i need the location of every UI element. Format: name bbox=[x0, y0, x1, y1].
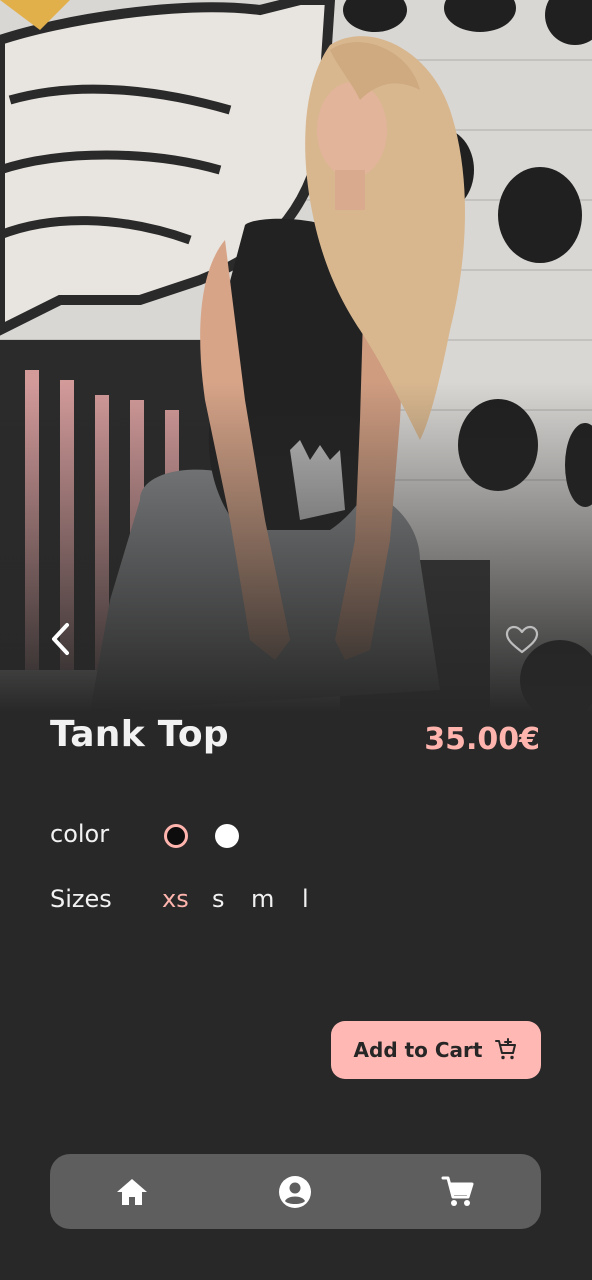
color-swatch-white[interactable] bbox=[215, 824, 239, 848]
product-detail-screen: Tank Top 35.00€ color Sizes xs s m l Add… bbox=[0, 0, 592, 1280]
back-button[interactable] bbox=[38, 617, 82, 661]
product-hero-image bbox=[0, 0, 592, 712]
hero-gradient-overlay bbox=[0, 382, 592, 712]
product-price: 35.00€ bbox=[424, 722, 540, 757]
home-icon bbox=[117, 1179, 147, 1205]
bottom-navigation-bar bbox=[50, 1154, 541, 1229]
size-option-s[interactable]: s bbox=[212, 885, 225, 913]
add-shopping-cart-icon bbox=[495, 1038, 517, 1060]
color-swatch-black[interactable] bbox=[164, 824, 188, 848]
size-option-l[interactable]: l bbox=[302, 885, 309, 913]
color-label: color bbox=[50, 820, 110, 848]
nav-home-button[interactable] bbox=[114, 1174, 150, 1210]
add-to-cart-button[interactable]: Add to Cart bbox=[331, 1021, 541, 1079]
chevron-left-icon bbox=[52, 623, 69, 655]
account-circle-icon bbox=[279, 1176, 311, 1208]
favorite-button[interactable] bbox=[500, 618, 544, 662]
product-title: Tank Top bbox=[50, 714, 229, 755]
nav-profile-button[interactable] bbox=[277, 1174, 313, 1210]
add-to-cart-label: Add to Cart bbox=[353, 1038, 483, 1062]
shopping-cart-icon bbox=[441, 1176, 474, 1206]
nav-cart-button[interactable] bbox=[440, 1174, 476, 1210]
size-option-xs[interactable]: xs bbox=[162, 885, 189, 913]
size-option-m[interactable]: m bbox=[251, 885, 274, 913]
sizes-label: Sizes bbox=[50, 885, 112, 913]
heart-outline-icon bbox=[505, 625, 539, 654]
